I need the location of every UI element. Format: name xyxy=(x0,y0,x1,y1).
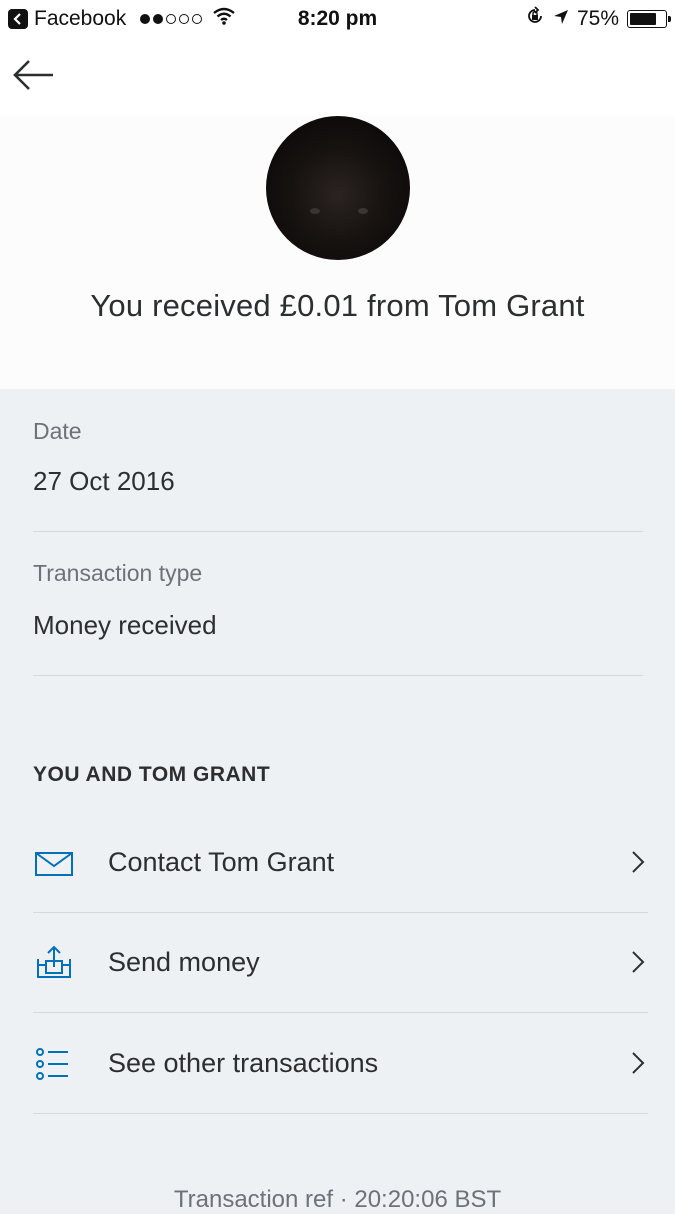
date-value: 27 Oct 2016 xyxy=(33,466,175,496)
status-bar-left[interactable]: Facebook xyxy=(0,7,236,31)
date-label: Date xyxy=(33,418,82,444)
see-transactions-label: See other transactions xyxy=(108,1048,379,1078)
send-money-label: Send money xyxy=(108,947,260,977)
contact-label: Contact Tom Grant xyxy=(108,847,335,877)
location-arrow-icon xyxy=(553,7,569,31)
back-button[interactable] xyxy=(12,56,56,94)
battery-percent: 75% xyxy=(576,7,619,30)
list-icon xyxy=(36,1048,68,1080)
wifi-icon xyxy=(212,7,236,31)
envelope-icon xyxy=(35,852,73,876)
back-to-app-icon[interactable] xyxy=(8,9,28,29)
avatar xyxy=(265,116,410,260)
transaction-type-label: Transaction type xyxy=(33,560,203,586)
back-to-app-label[interactable]: Facebook xyxy=(34,7,126,31)
section-heading: YOU AND TOM GRANT xyxy=(33,763,271,786)
divider xyxy=(33,675,643,676)
footer-text: Transaction ref · 20:20:06 BST xyxy=(173,1186,502,1213)
contact-button[interactable]: Contact Tom Grant xyxy=(0,813,675,913)
divider xyxy=(33,1113,648,1114)
transaction-type-value: Money received xyxy=(33,610,217,640)
transaction-type-field: Transaction type Money received xyxy=(33,560,643,641)
divider xyxy=(33,1012,648,1013)
transaction-summary: You received £0.01 from Tom Grant xyxy=(0,116,675,389)
send-money-icon xyxy=(37,945,71,978)
status-bar: Facebook 8:20 pm 75% xyxy=(0,0,675,38)
chevron-right-icon xyxy=(632,1052,645,1074)
battery-icon xyxy=(627,10,671,28)
see-transactions-button[interactable]: See other transactions xyxy=(0,1014,675,1114)
chevron-right-icon xyxy=(632,851,645,873)
send-money-button[interactable]: Send money xyxy=(0,913,675,1013)
date-field: Date 27 Oct 2016 xyxy=(33,418,643,497)
divider xyxy=(33,531,643,532)
back-arrow-icon[interactable] xyxy=(12,56,56,94)
signal-strength-icon xyxy=(140,14,203,24)
page-title: You received £0.01 from Tom Grant xyxy=(90,288,585,323)
chevron-right-icon xyxy=(632,951,645,973)
nav-bar xyxy=(0,38,675,116)
rotation-lock-icon xyxy=(525,6,545,32)
battery-fill xyxy=(630,13,656,25)
